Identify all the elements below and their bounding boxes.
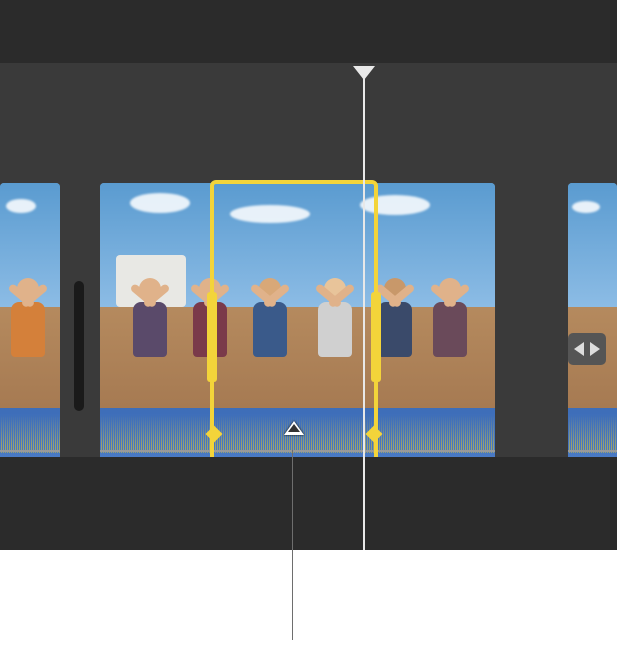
clip-thumbnail [568,183,617,408]
transition-icon[interactable] [568,333,606,365]
cross-dissolve-icon [572,339,602,359]
volume-line[interactable] [568,450,617,452]
clip-thumbnail [0,183,60,408]
timeline-footer-strip [0,457,617,550]
timeline-track-area[interactable] [0,63,617,457]
volume-line[interactable] [0,450,60,452]
timeline-header-strip [0,0,617,63]
clip-edge-handle[interactable] [74,281,84,411]
timeline-editor-screenshot [0,0,617,550]
volume-line[interactable] [100,450,495,452]
clip-thumbnail [100,183,495,408]
playhead[interactable] [363,78,365,550]
callout-leader-line [292,450,293,640]
